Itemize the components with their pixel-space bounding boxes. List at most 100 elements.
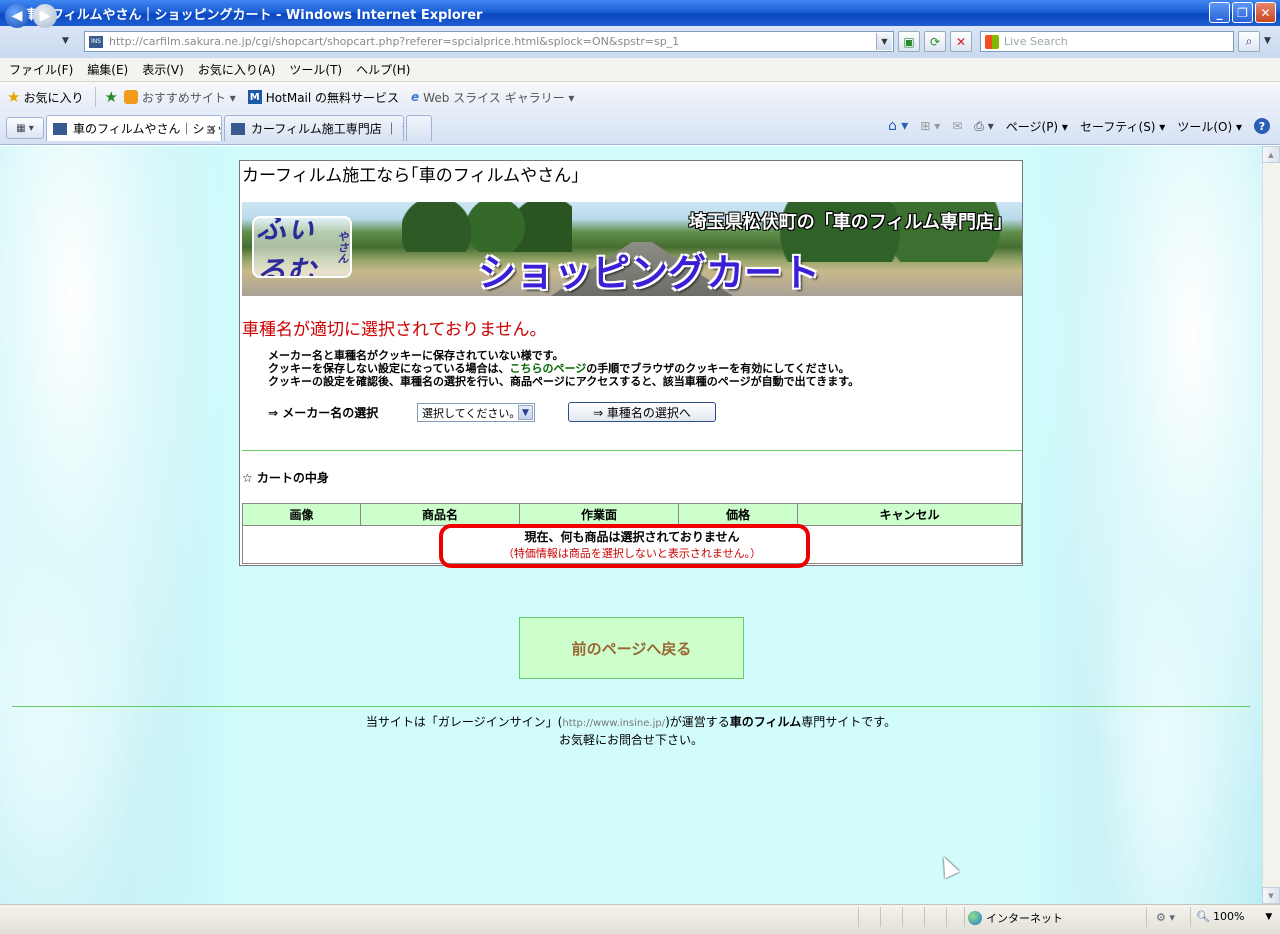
search-options-icon[interactable]: ▼ bbox=[1264, 36, 1271, 46]
status-separator bbox=[902, 907, 903, 927]
tab-label: カーフィルム施工専門店 ｜ ガ... bbox=[251, 122, 403, 136]
cookie-help-link[interactable]: こちらのページ bbox=[509, 362, 586, 375]
fav-item-webslice[interactable]: e Web スライス ギャラリー ▾ bbox=[411, 89, 574, 106]
zoom-dropdown-icon[interactable]: ▼ bbox=[1265, 912, 1272, 922]
status-separator bbox=[924, 907, 925, 927]
title-bar: e 車のフィルムやさん｜ショッピングカート - Windows Internet… bbox=[0, 0, 1280, 26]
scroll-up-icon[interactable]: ▲ bbox=[1262, 146, 1280, 163]
footer: 当サイトは「ガレージインサイン」(http://www.insine.jp/)が… bbox=[0, 714, 1262, 749]
status-separator bbox=[946, 907, 947, 927]
tab-close-icon[interactable]: ✕ bbox=[207, 122, 217, 136]
menu-favorites[interactable]: お気に入り(A) bbox=[198, 61, 276, 78]
shop-logo: ふぃるむ やさん bbox=[252, 216, 352, 278]
zone-label: インターネット bbox=[986, 912, 1063, 925]
back-to-previous-button[interactable]: 前のページへ戻る bbox=[519, 617, 744, 679]
fav-item-recommended[interactable]: おすすめサイト ▾ bbox=[123, 89, 236, 106]
footer-text: 専門サイトです。 bbox=[801, 715, 897, 729]
tab-carfilm-shop[interactable]: カーフィルム施工専門店 ｜ ガ... bbox=[224, 115, 404, 141]
add-favorite-icon[interactable]: ★ bbox=[104, 88, 117, 106]
menu-help[interactable]: ヘルプ(H) bbox=[356, 61, 410, 78]
fav-item-hotmail[interactable]: M HotMail の無料サービス bbox=[247, 89, 399, 106]
feeds-icon[interactable]: ⊞ ▾ bbox=[920, 119, 940, 133]
cookie-message: メーカー名と車種名がクッキーに保存されていない様です。 クッキーを保存しない設定… bbox=[268, 349, 859, 388]
maximize-button[interactable]: ❐ bbox=[1232, 2, 1253, 23]
history-dropdown-icon[interactable]: ▼ bbox=[62, 36, 69, 46]
menu-view[interactable]: 表示(V) bbox=[142, 61, 184, 78]
column-price: 価格 bbox=[678, 503, 798, 526]
tab-shopping-cart[interactable]: 車のフィルムやさん｜ショッ... ✕ bbox=[46, 115, 222, 141]
column-cancel: キャンセル bbox=[797, 503, 1022, 526]
tab-favicon bbox=[231, 122, 245, 135]
print-icon[interactable]: ⎙ ▾ bbox=[974, 119, 993, 134]
quick-tabs-icon[interactable]: ▦ ▾ bbox=[6, 117, 44, 139]
refresh-icon[interactable]: ⟳ bbox=[924, 31, 946, 52]
message-line-2: クッキーを保存しない設定になっている場合は、こちらのページの手順でブラウザのクッ… bbox=[268, 362, 859, 375]
site-title: カーフィルム施工なら｢車のフィルムやさん｣ bbox=[242, 166, 580, 186]
logo-text: ふぃるむ bbox=[256, 216, 316, 278]
help-icon[interactable]: ? bbox=[1254, 118, 1270, 134]
address-url: http://carfilm.sakura.ne.jp/cgi/shopcart… bbox=[109, 35, 680, 48]
zoom-control[interactable]: 🔍︎ 100% ▼ bbox=[1196, 910, 1272, 923]
menu-bar: ファイル(F) 編集(E) 表示(V) お気に入り(A) ツール(T) ヘルプ(… bbox=[0, 58, 1280, 82]
address-bar[interactable]: INS http://carfilm.sakura.ne.jp/cgi/shop… bbox=[84, 31, 894, 52]
maker-select[interactable]: 選択してください。 ▼ bbox=[417, 403, 535, 422]
highlight-annotation bbox=[439, 524, 810, 568]
background-clouds-left bbox=[0, 146, 240, 904]
zoom-icon: 🔍︎ bbox=[1196, 910, 1210, 923]
zoom-level: 100% bbox=[1212, 910, 1245, 923]
status-separator bbox=[880, 907, 881, 927]
search-icon[interactable]: ⌕ bbox=[1238, 31, 1260, 52]
menu-tools[interactable]: ツール(T) bbox=[289, 61, 342, 78]
safety-menu[interactable]: セーフティ(S) ▾ bbox=[1080, 118, 1165, 135]
background-clouds-right bbox=[1026, 146, 1262, 904]
message-text: クッキーを保存しない設定になっている場合は、 bbox=[268, 362, 510, 375]
column-image: 画像 bbox=[242, 503, 361, 526]
message-line-1: メーカー名と車種名がクッキーに保存されていない様です。 bbox=[268, 349, 564, 362]
page-menu[interactable]: ページ(P) ▾ bbox=[1006, 118, 1068, 135]
tools-menu[interactable]: ツール(O) ▾ bbox=[1177, 118, 1242, 135]
mouse-cursor bbox=[936, 853, 960, 879]
select-car-button[interactable]: ⇒ 車種名の選択へ bbox=[568, 402, 716, 422]
msn-icon: M bbox=[247, 90, 262, 104]
favorites-button[interactable]: ★ お気に入り bbox=[7, 88, 83, 106]
footer-line-2: お気軽にお問合せ下さい。 bbox=[558, 733, 703, 747]
menu-edit[interactable]: 編集(E) bbox=[87, 61, 128, 78]
maker-label: ⇒ メーカー名の選択 bbox=[268, 406, 379, 420]
status-separator bbox=[964, 907, 965, 927]
mail-icon[interactable]: ✉ bbox=[952, 119, 962, 133]
banner-headline: ショッピングカート bbox=[478, 251, 821, 295]
favorites-label: お気に入り bbox=[23, 90, 84, 105]
tab-favicon bbox=[53, 122, 67, 135]
status-separator bbox=[1190, 907, 1191, 927]
vertical-scrollbar[interactable] bbox=[1262, 146, 1280, 904]
status-separator bbox=[858, 907, 859, 927]
home-icon[interactable]: ⌂ ▾ bbox=[888, 118, 908, 134]
column-work-surface: 作業面 bbox=[519, 503, 679, 526]
footer-url[interactable]: http://www.insine.jp/ bbox=[562, 718, 665, 729]
compatibility-icon[interactable]: ▣ bbox=[898, 31, 920, 52]
stop-icon[interactable]: ✕ bbox=[950, 31, 972, 52]
column-product: 商品名 bbox=[360, 503, 520, 526]
new-tab-button[interactable] bbox=[406, 115, 432, 141]
search-input[interactable]: Live Search bbox=[980, 31, 1234, 52]
back-icon[interactable]: ◀ bbox=[5, 4, 29, 28]
menu-file[interactable]: ファイル(F) bbox=[9, 61, 73, 78]
command-bar: ⌂ ▾ ⊞ ▾ ✉ ⎙ ▾ ページ(P) ▾ セーフティ(S) ▾ ツール(O)… bbox=[888, 116, 1270, 136]
status-separator bbox=[1146, 907, 1147, 927]
scroll-down-icon[interactable]: ▼ bbox=[1262, 887, 1280, 904]
divider bbox=[242, 450, 1022, 451]
footer-divider bbox=[12, 706, 1250, 707]
main-content: カーフィルム施工なら｢車のフィルムやさん｣ ふぃるむ やさん ショッピングカート… bbox=[239, 160, 1023, 566]
forward-icon[interactable]: ▶ bbox=[33, 4, 57, 28]
minimize-button[interactable]: _ bbox=[1209, 2, 1230, 23]
close-button[interactable]: ✕ bbox=[1255, 2, 1276, 23]
window-title: 車のフィルムやさん｜ショッピングカート - Windows Internet E… bbox=[25, 7, 483, 23]
separator bbox=[95, 87, 97, 107]
cart-heading: ☆ カートの中身 bbox=[242, 471, 329, 485]
chevron-down-icon[interactable]: ▼ bbox=[518, 405, 533, 420]
live-search-icon bbox=[985, 34, 999, 49]
protected-mode-icon[interactable]: ⚙ ▾ bbox=[1156, 911, 1175, 924]
fav-item-label: おすすめサイト ▾ bbox=[141, 90, 236, 105]
page-favicon: INS bbox=[89, 35, 103, 48]
address-dropdown-icon[interactable]: ▼ bbox=[876, 33, 892, 50]
